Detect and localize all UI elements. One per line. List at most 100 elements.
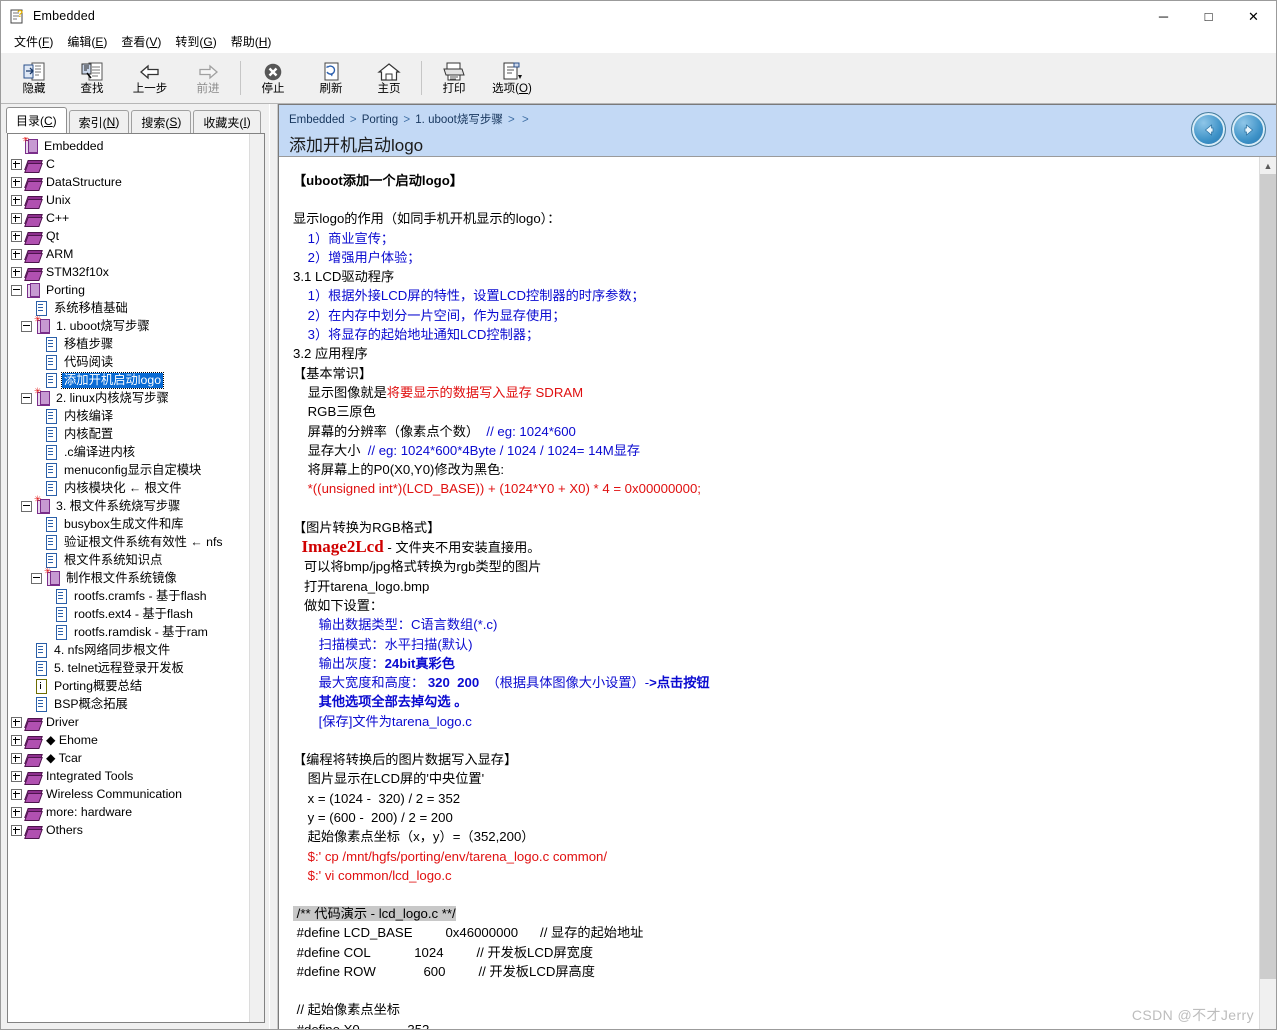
scroll-thumb[interactable] [1260, 174, 1276, 979]
tree-expander-plus[interactable] [11, 806, 22, 818]
tree-item-6[interactable]: ARM [11, 245, 250, 263]
tree-item-label: C++ [46, 210, 70, 225]
toolbar-button-options[interactable]: 选项(O) [483, 55, 541, 101]
toolbar-button-stop[interactable]: 停止 [244, 55, 302, 101]
tree-item-11[interactable]: 移植步骤 [11, 335, 250, 353]
tree-item-15[interactable]: 内核编译 [11, 407, 250, 425]
page-icon [44, 517, 58, 532]
tree-item-4[interactable]: C++ [11, 209, 250, 227]
arrow-right-icon [196, 61, 220, 83]
tree-item-9[interactable]: 系统移植基础 [11, 299, 250, 317]
nav-tab-search[interactable]: 搜索(S) [131, 110, 192, 133]
topic-content-wrap: 【uboot添加一个启动logo】 显示logo的作用（如同手机开机显示的log… [279, 157, 1276, 1029]
menu-item-edit[interactable]: 编辑(E) [60, 31, 114, 52]
tree-expander-plus[interactable] [11, 788, 22, 800]
tree-item-29[interactable]: 5. telnet远程登录开发板 [11, 659, 250, 677]
tree-item-31[interactable]: BSP概念拓展 [11, 695, 250, 713]
tree-item-2[interactable]: DataStructure [11, 173, 250, 191]
tree-item-3[interactable]: Unix [11, 191, 250, 209]
nav-tab-favorites[interactable]: 收藏夹(I) [193, 110, 261, 133]
breadcrumb-item-0[interactable]: Embedded [289, 114, 345, 126]
tree-item-33[interactable]: ◆ Ehome [11, 731, 250, 749]
tree-expander-plus[interactable] [11, 752, 22, 764]
tree-item-12[interactable]: 代码阅读 [11, 353, 250, 371]
menu-item-goto[interactable]: 转到(G) [168, 31, 223, 52]
toolbar-button-refresh[interactable]: 刷新 [302, 55, 360, 101]
tree-item-34[interactable]: ◆ Tcar [11, 749, 250, 767]
back-circle-button[interactable] [1191, 112, 1226, 147]
tree-expander-minus[interactable] [21, 392, 32, 404]
content-line-19: Image2Lcd - 文件夹不用安装直接用。 [293, 537, 1259, 557]
tree-item-19[interactable]: 内核模块化 ← 根文件 [11, 479, 250, 497]
tree-item-13[interactable]: 添加开机启动logo [11, 371, 250, 389]
nav-tab-contents[interactable]: 目录(C) [6, 107, 67, 133]
menu-item-file[interactable]: 文件(F) [7, 31, 60, 52]
tree-expander-plus[interactable] [11, 734, 22, 746]
breadcrumb-item-1[interactable]: Porting [362, 114, 398, 126]
tree-item-label: 内核编译 [64, 408, 114, 423]
forward-circle-button[interactable] [1231, 112, 1266, 147]
tree-expander-plus[interactable] [11, 716, 22, 728]
tree-expander-plus[interactable] [11, 824, 22, 836]
tree-item-35[interactable]: Integrated Tools [11, 767, 250, 785]
page-icon [44, 535, 58, 550]
tree-item-21[interactable]: busybox生成文件和库 [11, 515, 250, 533]
toolbar-label-find: 查找 [80, 82, 104, 95]
tree-scrollbar[interactable] [249, 134, 264, 1022]
tree-item-16[interactable]: 内核配置 [11, 425, 250, 443]
tree-item-27[interactable]: rootfs.ramdisk - 基于ram [11, 623, 250, 641]
tree-item-1[interactable]: C [11, 155, 250, 173]
tree-item-14[interactable]: ✳ 2. linux内核烧写步骤 [11, 388, 250, 407]
minimize-button[interactable]: ─ [1141, 1, 1186, 31]
tree-item-5[interactable]: Qt [11, 227, 250, 245]
tree-expander-minus[interactable] [21, 500, 32, 512]
tree-expander-plus[interactable] [11, 212, 22, 224]
tree-expander-plus[interactable] [11, 194, 22, 206]
nav-tab-index[interactable]: 索引(N) [68, 110, 130, 133]
pane-splitter[interactable] [269, 104, 278, 1029]
tree-expander-plus[interactable] [11, 158, 22, 170]
tree-expander-minus[interactable] [11, 284, 22, 296]
tree-item-28[interactable]: 4. nfs网络同步根文件 [11, 641, 250, 659]
tree-item-26[interactable]: rootfs.ext4 - 基于flash [11, 605, 250, 623]
toolbar-button-print[interactable]: 打印 [425, 55, 483, 101]
tree-item-37[interactable]: more: hardware [11, 803, 250, 821]
book-icon [24, 769, 43, 785]
tree-item-38[interactable]: Others [11, 821, 250, 839]
tree-item-17[interactable]: .c编译进内核 [11, 443, 250, 461]
tree-expander-minus[interactable] [31, 572, 42, 584]
tree-expander-plus[interactable] [11, 248, 22, 260]
toolbar-button-hide[interactable]: 隐藏 [5, 55, 63, 101]
content-run-33-0: y = (600 - 200) / 2 = 200 [293, 809, 453, 825]
toolbar-button-find[interactable]: 查找 [63, 55, 121, 101]
tree-item-0[interactable]: ✳ Embedded [11, 137, 250, 155]
tree-item-7[interactable]: STM32f10x [11, 263, 250, 281]
tree-item-20[interactable]: ✳ 3. 根文件系统烧写步骤 [11, 496, 250, 515]
toolbar-button-home[interactable]: 主页 [360, 55, 418, 101]
tree-expander-plus[interactable] [11, 266, 22, 278]
tree-item-25[interactable]: rootfs.cramfs - 基于flash [11, 587, 250, 605]
tree-expander-plus[interactable] [11, 230, 22, 242]
close-button[interactable]: ✕ [1231, 1, 1276, 31]
tree-item-18[interactable]: menuconfig显示自定模块 [11, 461, 250, 479]
menu-item-help[interactable]: 帮助(H) [224, 31, 279, 52]
menu-item-view[interactable]: 查看(V) [114, 31, 168, 52]
tree-item-22[interactable]: 验证根文件系统有效性 ← nfs [11, 533, 250, 551]
tree-item-32[interactable]: Driver [11, 713, 250, 731]
tree-expander-plus[interactable] [11, 770, 22, 782]
toolbar-button-back[interactable]: 上一步 [121, 55, 179, 101]
tree-expander-plus[interactable] [11, 176, 22, 188]
tree-item-24[interactable]: ✳ 制作根文件系统镜像 [11, 568, 250, 587]
scroll-up-arrow[interactable]: ▲ [1260, 157, 1276, 174]
tree-item-36[interactable]: Wireless Communication [11, 785, 250, 803]
content-scrollbar[interactable]: ▲ [1259, 157, 1276, 1029]
tree-item-30[interactable]: Porting概要总结 [11, 677, 250, 695]
tree-item-8[interactable]: Porting [11, 281, 250, 299]
tree-expander-minus[interactable] [21, 320, 32, 332]
contents-tree[interactable]: ✳ Embedded C DataStructure Unix C++ Qt ARM STM32… [11, 137, 250, 1022]
content-line-38: /** 代码演示 - lcd_logo.c **/ [293, 904, 1259, 923]
maximize-button[interactable]: □ [1186, 1, 1231, 31]
tree-item-10[interactable]: ✳ 1. uboot烧写步骤 [11, 316, 250, 335]
breadcrumb-item-2[interactable]: 1. uboot烧写步骤 [415, 114, 503, 126]
content-run-27-0: 其他选项全部去掉勾选 。 [293, 694, 468, 710]
